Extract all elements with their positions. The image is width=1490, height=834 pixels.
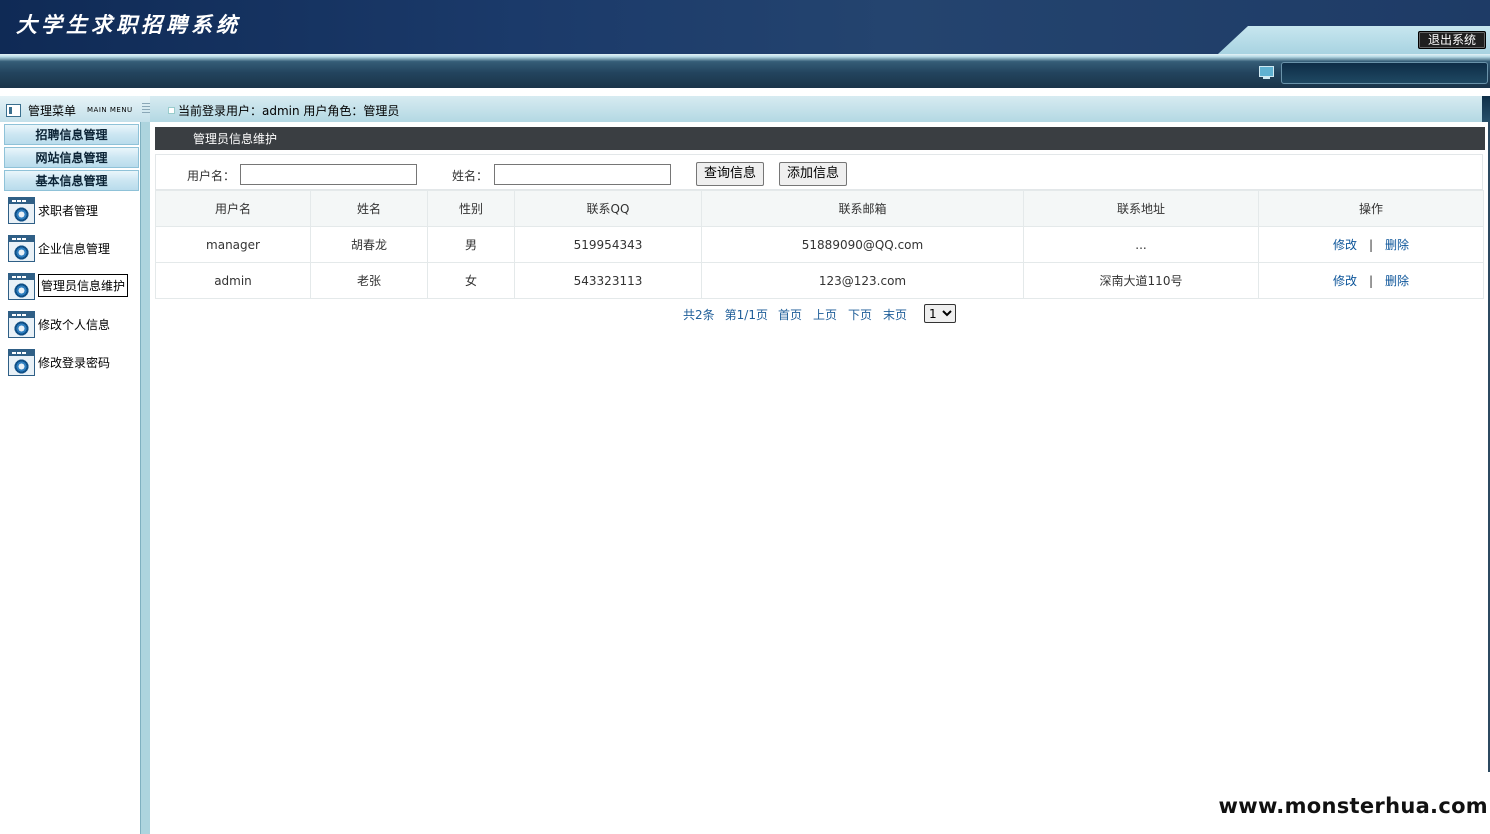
menu-category-website[interactable]: 网站信息管理 xyxy=(4,147,139,168)
column-header: 联系邮箱 xyxy=(701,190,1024,227)
gear-icon xyxy=(8,349,35,376)
sidebar: 管理菜单 MAIN MENU 招聘信息管理 网站信息管理 基本信息管理 求职者管… xyxy=(0,96,150,834)
pager-first-link[interactable]: 首页 xyxy=(778,308,802,322)
nav-search-bar[interactable] xyxy=(1281,62,1488,84)
column-header: 联系QQ xyxy=(514,190,702,227)
cell-username: admin xyxy=(155,262,311,299)
cell-name: 胡春龙 xyxy=(310,226,428,263)
sidebar-item-edit-profile[interactable]: 修改个人信息 xyxy=(6,309,136,339)
current-user-info: 当前登录用户：admin 用户角色：管理员 xyxy=(178,104,400,118)
menu-header: 管理菜单 MAIN MENU xyxy=(0,96,150,122)
cell-email: 123@123.com xyxy=(701,262,1024,299)
delete-link[interactable]: 删除 xyxy=(1385,238,1409,252)
search-form: 用户名： 姓名： 查询信息 添加信息 xyxy=(155,154,1483,190)
name-input[interactable] xyxy=(494,164,671,185)
username-input[interactable] xyxy=(240,164,417,185)
table-header-row: 用户名 姓名 性别 联系QQ 联系邮箱 联系地址 操作 xyxy=(155,190,1484,227)
table-row: admin 老张 女 543323113 123@123.com 深南大道110… xyxy=(155,262,1484,299)
cell-email: 51889090@QQ.com xyxy=(701,226,1024,263)
sidebar-item-job-seekers[interactable]: 求职者管理 xyxy=(6,195,136,225)
cell-qq: 543323113 xyxy=(514,262,702,299)
menu-category-recruit[interactable]: 招聘信息管理 xyxy=(4,124,139,145)
section-title-bar: 管理员信息维护 xyxy=(155,127,1485,150)
page-select[interactable]: 1 xyxy=(924,304,956,323)
edit-link[interactable]: 修改 xyxy=(1333,238,1357,252)
action-separator: | xyxy=(1368,274,1374,288)
sidebar-item-companies[interactable]: 企业信息管理 xyxy=(6,233,136,263)
logout-button[interactable]: 退出系统 xyxy=(1417,31,1486,49)
admin-table: 用户名 姓名 性别 联系QQ 联系邮箱 联系地址 操作 manager 胡春龙 … xyxy=(155,190,1484,299)
userbar-corner xyxy=(1482,96,1490,122)
delete-link[interactable]: 删除 xyxy=(1385,274,1409,288)
column-header: 操作 xyxy=(1258,190,1484,227)
menu-panel-icon xyxy=(6,104,21,117)
watermark-text: www.monsterhua.com xyxy=(1218,794,1488,818)
sidebar-item-change-password[interactable]: 修改登录密码 xyxy=(6,347,136,377)
cell-actions: 修改 | 删除 xyxy=(1258,226,1484,263)
sidebar-splitter[interactable] xyxy=(140,122,150,834)
cell-gender: 男 xyxy=(427,226,515,263)
sidebar-item-label: 企业信息管理 xyxy=(38,242,111,256)
edit-link[interactable]: 修改 xyxy=(1333,274,1357,288)
pager-last-link[interactable]: 末页 xyxy=(883,308,907,322)
app-title: 大学生求职招聘系统 xyxy=(16,12,241,37)
column-header: 姓名 xyxy=(310,190,428,227)
add-button[interactable]: 添加信息 xyxy=(779,162,848,186)
sidebar-item-label: 求职者管理 xyxy=(38,204,99,218)
query-button[interactable]: 查询信息 xyxy=(696,162,765,186)
action-separator: | xyxy=(1368,238,1374,252)
name-label: 姓名： xyxy=(452,169,489,183)
column-header: 联系地址 xyxy=(1023,190,1259,227)
username-label: 用户名： xyxy=(187,169,236,183)
top-nav-strip xyxy=(0,54,1490,88)
monitor-icon xyxy=(1259,66,1274,79)
menu-grip-icon[interactable] xyxy=(142,103,150,115)
menu-subtitle: MAIN MENU xyxy=(87,106,133,114)
page-title: 管理员信息维护 xyxy=(193,132,278,146)
cell-gender: 女 xyxy=(427,262,515,299)
splitter-divider xyxy=(140,122,141,834)
gear-icon xyxy=(8,197,35,224)
table-row: manager 胡春龙 男 519954343 51889090@QQ.com … xyxy=(155,226,1484,263)
sidebar-item-label: 修改登录密码 xyxy=(38,356,111,370)
sidebar-item-label: 管理员信息维护 xyxy=(38,274,129,297)
column-header: 用户名 xyxy=(155,190,311,227)
sidebar-item-admins[interactable]: 管理员信息维护 xyxy=(6,271,136,301)
gear-icon xyxy=(8,273,35,300)
menu-category-basic[interactable]: 基本信息管理 xyxy=(4,170,139,191)
pager-prev-link[interactable]: 上页 xyxy=(813,308,837,322)
user-info-bar: 当前登录用户：admin 用户角色：管理员 xyxy=(150,96,1490,122)
cell-username: manager xyxy=(155,226,311,263)
cell-actions: 修改 | 删除 xyxy=(1258,262,1484,299)
cell-address: 深南大道110号 xyxy=(1023,262,1259,299)
sidebar-item-label: 修改个人信息 xyxy=(38,318,111,332)
cell-qq: 519954343 xyxy=(514,226,702,263)
pager-page-info: 第1/1页 xyxy=(724,308,768,322)
bullet-icon xyxy=(168,107,175,114)
app-header: 大学生求职招聘系统 退出系统 xyxy=(0,0,1490,54)
gear-icon xyxy=(8,311,35,338)
pager-next-link[interactable]: 下页 xyxy=(848,308,872,322)
main-content: 管理员信息维护 用户名： 姓名： 查询信息 添加信息 用户名 姓名 性别 联系Q… xyxy=(150,122,1490,834)
menu-title: 管理菜单 xyxy=(28,104,77,118)
cell-name: 老张 xyxy=(310,262,428,299)
cell-address: ... xyxy=(1023,226,1259,263)
column-header: 性别 xyxy=(427,190,515,227)
pager-total: 共2条 xyxy=(683,308,715,322)
pagination: 共2条 第1/1页 首页 上页 下页 末页 1 xyxy=(683,304,956,323)
gear-icon xyxy=(8,235,35,262)
